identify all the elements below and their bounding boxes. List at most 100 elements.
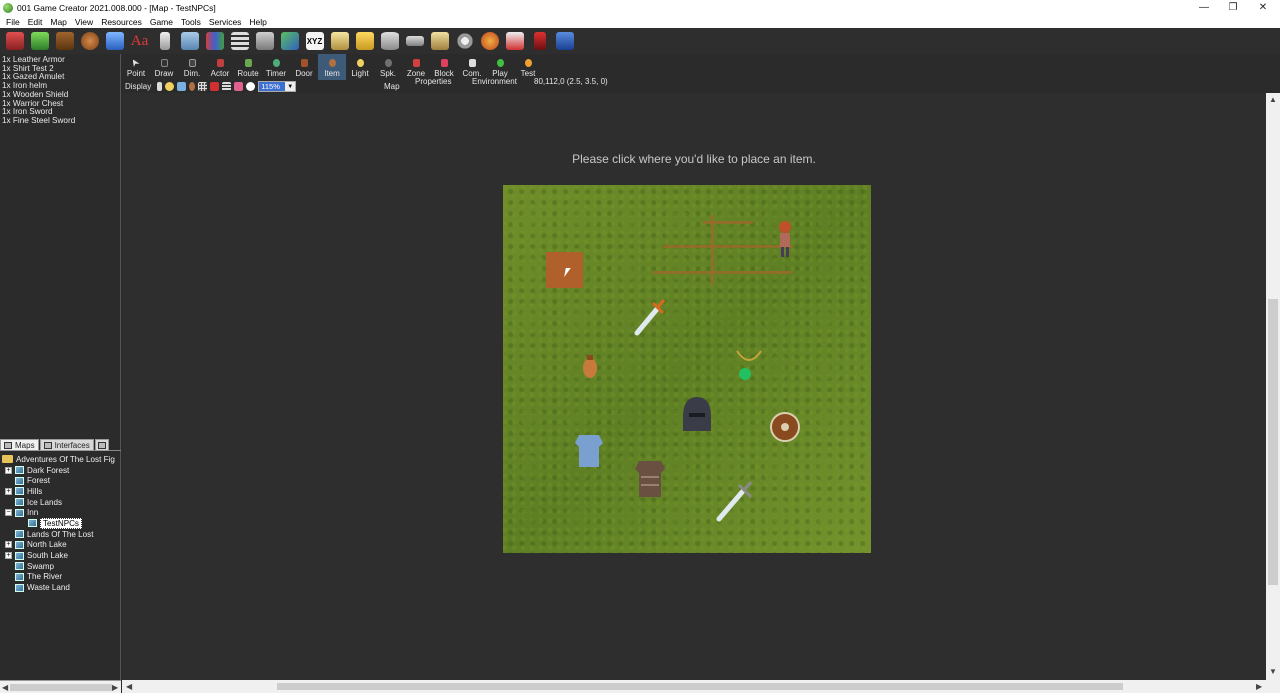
tab-properties[interactable]: Properties [415,77,451,86]
tree-item-lands-of-the-lost[interactable]: Lands Of The Lost [0,529,121,540]
tab-more[interactable] [94,439,109,451]
folder-icon[interactable] [354,30,376,52]
zoom-select[interactable]: 115% ▼ [258,81,297,92]
scroll-right-icon[interactable]: ▶ [1256,682,1262,691]
menu-tools[interactable]: Tools [177,17,205,27]
video-icon[interactable] [504,30,526,52]
tool-dimensions[interactable]: Dim. [178,54,206,80]
tree-item-north-lake[interactable]: + North Lake [0,540,121,551]
save-icon[interactable] [554,30,576,52]
tree-root[interactable]: Adventures Of The Lost Fig [0,454,121,465]
map-canvas[interactable]: Please click where you'd like to place a… [122,93,1266,680]
light-toggle-icon[interactable] [164,82,174,91]
inventory-item[interactable]: 1x Fine Steel Sword [2,116,119,126]
door-icon[interactable] [54,30,76,52]
music-icon[interactable] [104,30,126,52]
tree-item-dark-forest[interactable]: + Dark Forest [0,465,121,476]
tool-route[interactable]: Route [234,54,262,80]
gear-icon[interactable] [454,30,476,52]
xyz-icon[interactable]: XYZ [304,30,326,52]
tab-interfaces[interactable]: Interfaces [39,439,94,451]
sword-icon[interactable] [631,297,667,337]
minimize-button[interactable]: — [1189,0,1219,15]
menu-resources[interactable]: Resources [97,17,146,27]
horizontal-scrollbar[interactable]: ◀ ▶ [122,680,1266,693]
chart-icon[interactable] [279,30,301,52]
scroll-thumb[interactable] [10,684,112,691]
wrench-icon[interactable] [479,30,501,52]
bag-icon[interactable] [79,30,101,52]
tool-door[interactable]: Door [290,54,318,80]
armor-icon[interactable] [573,433,605,469]
tree-item-swamp[interactable]: Swamp [0,561,121,572]
shield-icon[interactable] [769,411,801,443]
chest-armor-icon[interactable] [633,459,667,499]
vertical-scrollbar[interactable]: ▲ ▼ [1266,93,1280,680]
tab-map[interactable]: Map [384,82,400,91]
tree-item-testnpcs[interactable]: TestNPCs [0,517,121,529]
tab-maps[interactable]: Maps [0,439,39,451]
tool-light[interactable]: Light [346,54,374,80]
expand-icon[interactable]: + [5,552,12,560]
menu-view[interactable]: View [71,17,97,27]
sword-icon[interactable] [715,479,755,523]
book-icon[interactable] [179,30,201,52]
weather-icon[interactable] [176,82,186,91]
info-icon[interactable] [245,82,255,91]
tool-item[interactable]: Item [318,54,346,80]
close-button[interactable]: ✕ [1248,0,1278,15]
tool-actor[interactable]: Actor [206,54,234,80]
scroll-left-icon[interactable]: ◀ [2,683,8,692]
tab-environment[interactable]: Environment [472,77,517,86]
map-grid[interactable] [503,185,871,553]
tree-item-inn[interactable]: − Inn [0,507,121,518]
tool-point[interactable]: Point [122,54,150,80]
bag-icon[interactable] [581,353,599,379]
tree-item-the-river[interactable]: The River [0,572,121,583]
menu-file[interactable]: File [2,17,24,27]
restore-button[interactable]: ❐ [1218,0,1248,15]
scroll-thumb[interactable] [1268,299,1278,585]
expand-icon[interactable]: + [5,541,12,549]
left-horizontal-scrollbar[interactable]: ◀ ▶ [0,680,121,693]
npc-icon[interactable] [775,219,795,261]
tree-item-south-lake[interactable]: + South Lake [0,550,121,561]
menu-help[interactable]: Help [245,17,270,27]
scroll-right-icon[interactable]: ▶ [112,683,118,692]
amulet-icon[interactable] [731,345,767,383]
robot-icon[interactable] [254,30,276,52]
magnet-icon[interactable] [209,82,219,91]
collapse-icon[interactable]: − [5,509,12,517]
tool-timer[interactable]: Timer [262,54,290,80]
expand-icon[interactable]: + [5,466,12,474]
list-icon[interactable] [229,30,251,52]
tree-item-ice-lands[interactable]: Ice Lands [0,497,121,508]
lines-icon[interactable] [221,82,231,91]
scroll-left-icon[interactable]: ◀ [126,682,132,691]
menu-game[interactable]: Game [146,17,177,27]
tree-icon[interactable] [29,30,51,52]
keyboard-icon[interactable] [429,30,451,52]
character-icon[interactable] [4,30,26,52]
font-icon[interactable]: Aa [129,30,151,52]
menu-services[interactable]: Services [205,17,246,27]
helmet-icon[interactable] [679,395,715,435]
tree-item-forest[interactable]: Forest [0,475,121,486]
scroll-thumb[interactable] [277,683,1123,690]
window-icon[interactable] [329,30,351,52]
figure-icon[interactable] [154,30,176,52]
tree-item-waste-land[interactable]: Waste Land [0,582,121,593]
eraser-icon[interactable] [233,82,243,91]
database-icon[interactable] [379,30,401,52]
menu-map[interactable]: Map [46,17,71,27]
grid-icon[interactable] [197,82,207,91]
controller-icon[interactable] [404,30,426,52]
tool-speaker[interactable]: Spk. [374,54,402,80]
item-toggle-icon[interactable] [188,82,195,91]
expand-icon[interactable]: + [5,487,12,495]
menu-edit[interactable]: Edit [24,17,47,27]
group-icon[interactable] [204,30,226,52]
scroll-up-icon[interactable]: ▲ [1269,95,1277,104]
film-icon[interactable] [529,30,551,52]
tree-item-hills[interactable]: + Hills [0,486,121,497]
